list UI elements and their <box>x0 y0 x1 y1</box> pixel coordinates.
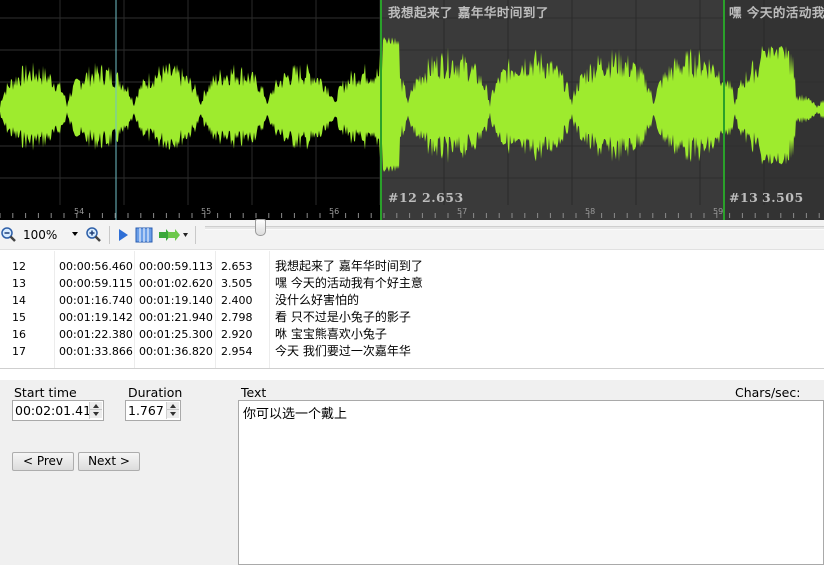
row-text: 今天 我们要过一次嘉年华 <box>275 344 411 358</box>
zoom-out-icon[interactable] <box>0 226 18 244</box>
row-end-time: 00:01:19.140 <box>139 294 213 307</box>
row-text: 我想起来了 嘉年华时间到了 <box>275 259 423 273</box>
row-end-time: 00:00:59.113 <box>139 260 213 273</box>
row-number: 12 <box>12 260 26 273</box>
paragraph-duration: 2.653 <box>422 190 464 205</box>
subtitle-row[interactable]: 17 00:01:33.866 00:01:36.820 2.954 今天 我们… <box>0 343 824 360</box>
row-number: 15 <box>12 311 26 324</box>
row-end-time: 00:01:36.820 <box>139 345 213 358</box>
row-duration: 3.505 <box>221 277 253 290</box>
row-number: 16 <box>12 328 26 341</box>
row-start-time: 00:00:59.115 <box>59 277 133 290</box>
increment-button[interactable] <box>90 402 102 410</box>
tick-label: 55 <box>201 207 212 216</box>
zoom-value: 100% <box>23 228 58 242</box>
tick-label: 56 <box>329 207 340 216</box>
subtitle-text-input[interactable]: 你可以选一个戴上 <box>238 400 824 565</box>
paragraph-label: 我想起来了 嘉年华时间到了 <box>388 5 549 20</box>
subtitle-row[interactable]: 14 00:01:16.740 00:01:19.140 2.400 没什么好害… <box>0 292 824 309</box>
duration-label: Duration <box>128 385 183 400</box>
position-slider-thumb[interactable] <box>255 219 266 236</box>
subtitle-row[interactable]: 16 00:01:22.380 00:01:25.300 2.920 咻 宝宝熊… <box>0 326 824 343</box>
row-text: 没什么好害怕的 <box>275 293 360 307</box>
row-duration: 2.798 <box>221 311 253 324</box>
row-end-time: 00:01:21.940 <box>139 311 213 324</box>
waveform-canvas[interactable] <box>0 0 824 220</box>
auto-advance-icon[interactable] <box>158 226 188 244</box>
row-number: 14 <box>12 294 26 307</box>
chevron-down-icon <box>93 412 99 416</box>
decrement-button[interactable] <box>167 410 179 418</box>
chevron-up-icon <box>170 404 176 408</box>
subtitle-row[interactable]: 13 00:00:59.115 00:01:02.620 3.505 嘿 今天的… <box>0 275 824 292</box>
tick-label: 59 <box>713 207 724 216</box>
duration-value: 1.767 <box>128 403 164 418</box>
paragraph-number: #12 <box>388 190 418 205</box>
zoom-in-icon[interactable] <box>85 226 103 244</box>
row-text: 嘿 今天的活动我有个好主意 <box>275 276 423 290</box>
row-end-time: 00:01:02.620 <box>139 277 213 290</box>
row-duration: 2.954 <box>221 345 253 358</box>
tick-label: 58 <box>585 207 596 216</box>
row-duration: 2.920 <box>221 328 253 341</box>
waveform-panel[interactable]: 我想起来了 嘉年华时间到了 嘿 今天的活动我有 #12 2.653 #13 3.… <box>0 0 824 220</box>
paragraph-number-2: #13 <box>729 190 759 205</box>
row-start-time: 00:01:19.142 <box>59 311 133 324</box>
subtitle-row[interactable]: 12 00:00:56.460 00:00:59.113 2.653 我想起来了… <box>0 258 824 275</box>
tick-label: 57 <box>457 207 468 216</box>
row-duration: 2.653 <box>221 260 253 273</box>
start-time-label: Start time <box>14 385 77 400</box>
tick-label: 54 <box>74 207 85 216</box>
row-start-time: 00:00:56.460 <box>59 260 133 273</box>
text-label: Text <box>241 385 267 400</box>
toolbar-separator <box>109 226 110 244</box>
row-text: 咻 宝宝熊喜欢小兔子 <box>275 327 387 341</box>
subtitle-editor: Start time Duration Text Chars/sec: 4.53… <box>0 380 824 565</box>
chevron-down-icon <box>170 412 176 416</box>
waveform-toolbar: 100% <box>0 220 824 250</box>
row-text: 看 只不过是小兔子的影子 <box>275 310 411 324</box>
row-start-time: 00:01:22.380 <box>59 328 133 341</box>
row-start-time: 00:01:33.866 <box>59 345 133 358</box>
prev-button[interactable]: < Prev <box>12 452 74 471</box>
toolbar-separator <box>195 226 196 244</box>
subtitle-row[interactable]: 15 00:01:19.142 00:01:21.940 2.798 看 只不过… <box>0 309 824 326</box>
chevron-up-icon <box>93 404 99 408</box>
start-time-stepper[interactable]: 00:02:01.413 <box>12 400 104 421</box>
chevron-down-icon <box>72 232 78 236</box>
row-number: 17 <box>12 345 26 358</box>
stepper-buttons <box>166 402 179 419</box>
spectrogram-icon[interactable] <box>135 226 153 244</box>
paragraph-duration-2: 3.505 <box>762 190 804 205</box>
subtitle-list[interactable]: 12 00:00:56.460 00:00:59.113 2.653 我想起来了… <box>0 251 824 369</box>
increment-button[interactable] <box>167 402 179 410</box>
start-time-value: 00:02:01.413 <box>15 403 99 418</box>
position-slider-track[interactable] <box>205 226 824 230</box>
row-start-time: 00:01:16.740 <box>59 294 133 307</box>
zoom-select[interactable]: 100% <box>19 226 81 244</box>
play-icon[interactable] <box>114 226 132 244</box>
row-duration: 2.400 <box>221 294 253 307</box>
duration-stepper[interactable]: 1.767 <box>125 400 181 421</box>
decrement-button[interactable] <box>90 410 102 418</box>
paragraph-label-2: 嘿 今天的活动我有 <box>729 5 824 20</box>
stepper-buttons <box>89 402 102 419</box>
next-button[interactable]: Next > <box>78 452 140 471</box>
row-end-time: 00:01:25.300 <box>139 328 213 341</box>
row-number: 13 <box>12 277 26 290</box>
